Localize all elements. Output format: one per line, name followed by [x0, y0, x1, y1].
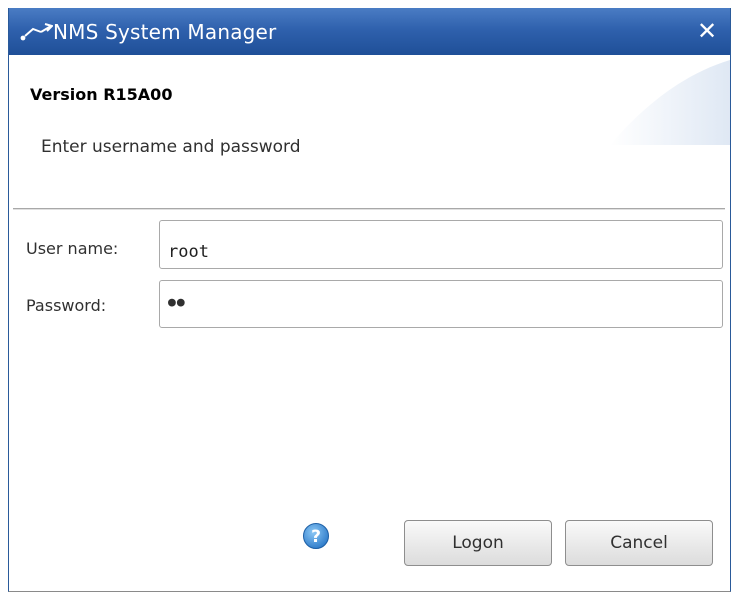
- logon-button[interactable]: Logon: [404, 520, 552, 566]
- login-dialog: NMS System Manager ✕ Version R15A00 Ente…: [8, 8, 731, 592]
- username-label: User name:: [26, 239, 119, 258]
- dialog-header: Version R15A00 Enter username and passwo…: [9, 55, 730, 208]
- password-field[interactable]: ●●: [159, 280, 723, 328]
- question-mark-icon[interactable]: ?: [302, 522, 330, 550]
- cancel-button[interactable]: Cancel: [565, 520, 713, 566]
- window-title: NMS System Manager: [53, 20, 277, 44]
- title-bar[interactable]: NMS System Manager ✕: [9, 8, 730, 55]
- close-icon: ✕: [696, 17, 718, 45]
- svg-text:?: ?: [311, 527, 321, 547]
- close-button[interactable]: ✕: [694, 17, 720, 45]
- instruction-text: Enter username and password: [41, 137, 301, 157]
- arrow-path-icon: [20, 23, 53, 41]
- username-field[interactable]: root: [159, 220, 723, 269]
- header-divider: [13, 208, 725, 210]
- header-swoosh-decoration: [610, 60, 730, 145]
- password-label: Password:: [26, 296, 107, 315]
- password-mask: ●●: [168, 295, 186, 310]
- version-label: Version R15A00: [30, 85, 173, 104]
- username-value: root: [168, 242, 209, 262]
